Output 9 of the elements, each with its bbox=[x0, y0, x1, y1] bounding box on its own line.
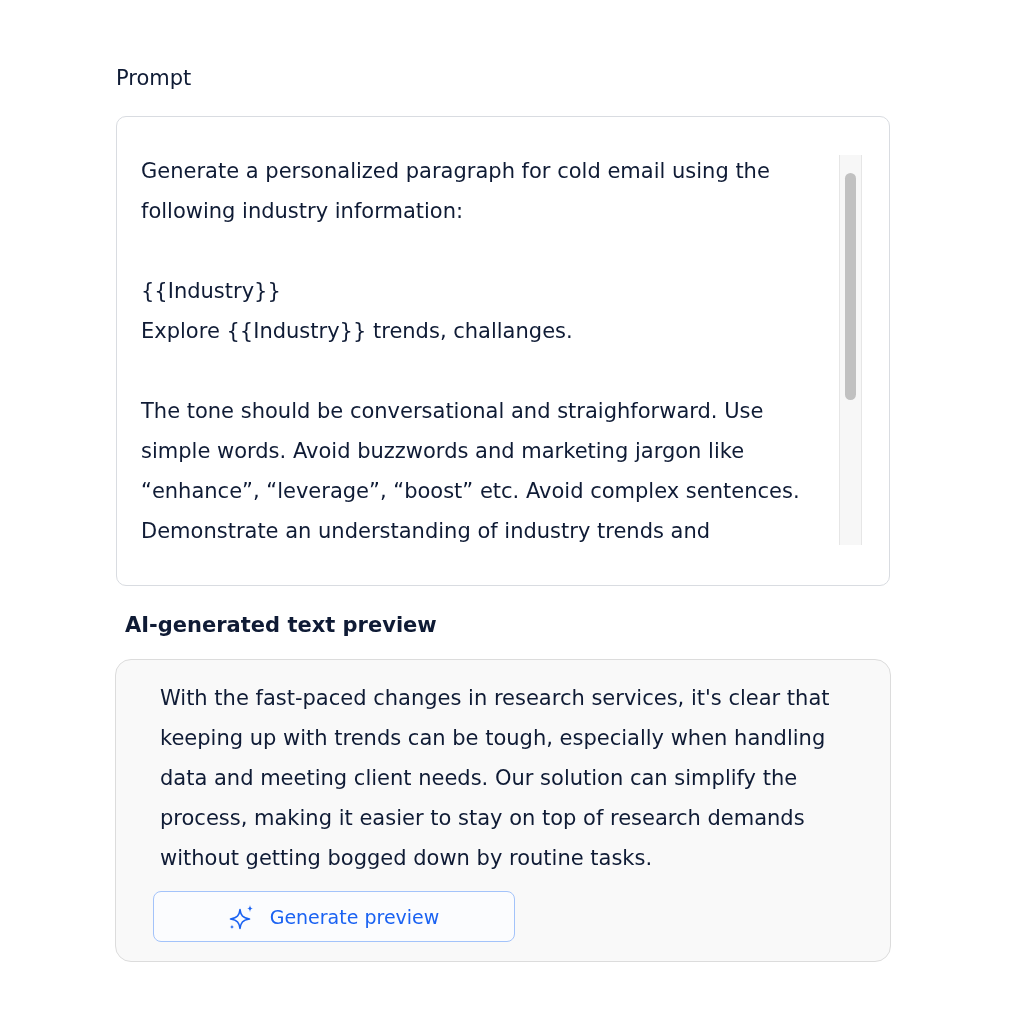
preview-text: With the fast-paced changes in research services, it's clear that keeping up with trends can be tough, especially when handling data and meeting client needs. Our solution can simplify the process, making it easier to stay on top of research demands without getting bogged down by routine tasks. bbox=[160, 685, 830, 872]
preview-label: AI-generated text preview bbox=[125, 612, 437, 638]
prompt-paragraph: {{Industry}} Explore {{Industry}} trends, challanges. bbox=[141, 278, 573, 345]
prompt-label: Prompt bbox=[116, 66, 192, 90]
prompt-paragraph: Generate a personalized paragraph for cold email using the following industry information: bbox=[141, 158, 770, 225]
prompt-field[interactable] bbox=[116, 116, 890, 586]
scrollbar-thumb[interactable] bbox=[845, 173, 856, 400]
generate-preview-button[interactable]: Generate preview bbox=[153, 891, 515, 942]
prompt-paragraph: The tone should be conversational and straighforward. Use simple words. Avoid buzzwords and marketing jargon like “enhance”, “leverage”, “boost” etc. Avoid complex sentences. Demonstrate an understanding of industry trends and bbox=[141, 398, 800, 545]
